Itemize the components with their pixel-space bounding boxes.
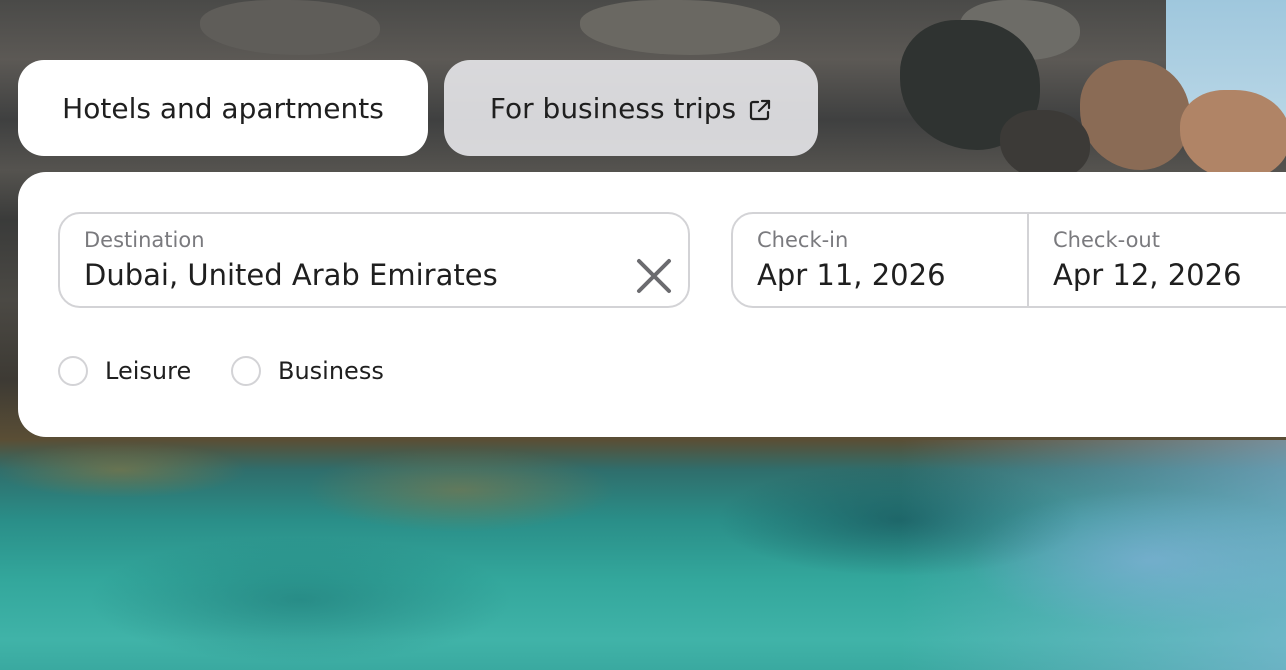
tab-business-trips[interactable]: For business trips [444, 60, 818, 156]
check-out-field[interactable]: Check-out Apr 12, 2026 [1029, 214, 1286, 306]
radio-circle[interactable] [231, 356, 261, 386]
rock [580, 0, 780, 55]
rock [1080, 60, 1190, 170]
external-link-icon [748, 96, 772, 121]
check-in-value: Apr 11, 2026 [757, 258, 946, 292]
destination-label: Destination [84, 228, 205, 252]
tab-business-label: For business trips [489, 91, 737, 125]
rock [200, 0, 380, 55]
search-panel: Destination Dubai, United Arab Emirates … [18, 172, 1286, 437]
radio-business[interactable]: Business [231, 356, 384, 386]
close-icon [637, 259, 671, 293]
clear-destination-button[interactable] [636, 258, 672, 294]
radio-leisure-label: Leisure [105, 357, 192, 385]
rock [1180, 90, 1286, 180]
check-in-field[interactable]: Check-in Apr 11, 2026 [733, 214, 1027, 306]
check-out-label: Check-out [1053, 228, 1160, 252]
destination-field[interactable]: Destination Dubai, United Arab Emirates [58, 212, 690, 308]
rock [1000, 110, 1090, 180]
check-in-label: Check-in [757, 228, 849, 252]
radio-circle[interactable] [58, 356, 88, 386]
tab-hotels-and-apartments[interactable]: Hotels and apartments [18, 60, 428, 156]
radio-business-label: Business [278, 357, 384, 385]
destination-value[interactable]: Dubai, United Arab Emirates [84, 258, 498, 292]
dates-field: Check-in Apr 11, 2026 Check-out Apr 12, … [731, 212, 1286, 308]
tab-hotels-label: Hotels and apartments [62, 91, 384, 125]
water [900, 440, 1286, 670]
radio-leisure[interactable]: Leisure [58, 356, 191, 386]
check-out-value: Apr 12, 2026 [1053, 258, 1242, 292]
